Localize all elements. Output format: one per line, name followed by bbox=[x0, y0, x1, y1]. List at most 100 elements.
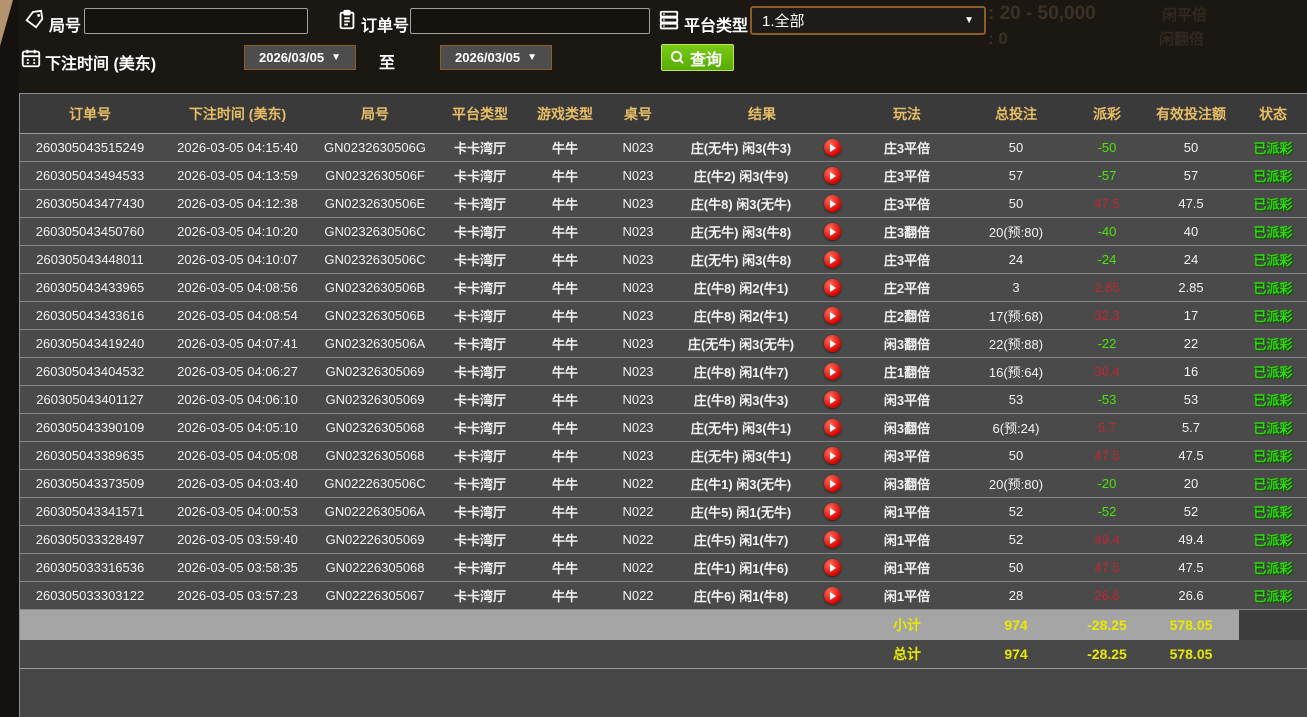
total-bet-cell: 20(预:80) bbox=[961, 474, 1071, 493]
collapse-panel-arrow[interactable] bbox=[0, 0, 13, 46]
date-to-picker[interactable]: 2026/03/05 bbox=[440, 45, 552, 70]
grand-total-row: 总计 974 -28.25 578.05 bbox=[20, 640, 1307, 669]
order-id-cell: 260305033303122 bbox=[20, 588, 160, 603]
platform-cell: 卡卡湾厅 bbox=[435, 362, 525, 381]
valid-bet-cell: 53 bbox=[1143, 392, 1239, 407]
play-type-cell: 闲3平倍 bbox=[853, 390, 961, 409]
subtotal-total-bet: 974 bbox=[961, 610, 1071, 640]
total-bet-cell: 16(预:64) bbox=[961, 362, 1071, 381]
payout-cell: 5.7 bbox=[1071, 420, 1143, 435]
game-type-cell: 牛牛 bbox=[525, 306, 605, 325]
replay-play-icon[interactable] bbox=[824, 223, 841, 240]
result-cell: 庄(无牛) 闲3(牛8) bbox=[671, 222, 811, 241]
game-type-cell: 牛牛 bbox=[525, 166, 605, 185]
replay-play-icon[interactable] bbox=[824, 335, 841, 352]
platform-cell: 卡卡湾厅 bbox=[435, 166, 525, 185]
bet-time-cell: 2026-03-05 04:13:59 bbox=[160, 168, 315, 183]
play-type-cell: 闲3翻倍 bbox=[853, 418, 961, 437]
round-id-cell: GN02326305068 bbox=[315, 448, 435, 463]
table-row: 260305043477430 2026-03-05 04:12:38 GN02… bbox=[20, 190, 1307, 218]
platform-cell: 卡卡湾厅 bbox=[435, 306, 525, 325]
valid-bet-cell: 20 bbox=[1143, 476, 1239, 491]
game-type-cell: 牛牛 bbox=[525, 222, 605, 241]
search-icon bbox=[669, 49, 686, 66]
order-no-label: 订单号 bbox=[361, 12, 409, 36]
platform-type-selected-value: 1.全部 bbox=[762, 10, 805, 31]
status-cell: 已派彩 bbox=[1239, 418, 1307, 437]
col-header-result: 结果 bbox=[671, 104, 853, 124]
order-id-cell: 260305033316536 bbox=[20, 560, 160, 575]
order-no-input[interactable] bbox=[410, 8, 650, 34]
result-cell: 庄(牛2) 闲3(牛9) bbox=[671, 166, 811, 185]
result-cell: 庄(牛1) 闲3(无牛) bbox=[671, 474, 811, 493]
result-cell: 庄(无牛) 闲3(牛1) bbox=[671, 418, 811, 437]
col-header-bet-time: 下注时间 (美东) bbox=[160, 104, 315, 124]
play-type-cell: 闲3翻倍 bbox=[853, 334, 961, 353]
order-id-cell: 260305043450760 bbox=[20, 224, 160, 239]
ghost-label-1: 闲平倍 bbox=[1162, 4, 1207, 25]
platform-type-label: 平台类型 bbox=[684, 12, 748, 36]
table-no-cell: N023 bbox=[605, 392, 671, 407]
total-bet-cell: 57 bbox=[961, 168, 1071, 183]
table-row: 260305043433965 2026-03-05 04:08:56 GN02… bbox=[20, 274, 1307, 302]
valid-bet-cell: 16 bbox=[1143, 364, 1239, 379]
replay-play-icon[interactable] bbox=[824, 503, 841, 520]
replay-play-icon[interactable] bbox=[824, 447, 841, 464]
subtotal-row: 小计 974 -28.25 578.05 bbox=[20, 610, 1307, 640]
table-row: 260305033316536 2026-03-05 03:58:35 GN02… bbox=[20, 554, 1307, 582]
replay-play-icon[interactable] bbox=[824, 139, 841, 156]
bet-time-cell: 2026-03-05 04:06:27 bbox=[160, 364, 315, 379]
valid-bet-cell: 47.5 bbox=[1143, 560, 1239, 575]
chevron-down-icon bbox=[964, 16, 974, 26]
order-id-cell: 260305033328497 bbox=[20, 532, 160, 547]
bet-time-cell: 2026-03-05 03:57:23 bbox=[160, 588, 315, 603]
replay-play-icon[interactable] bbox=[824, 167, 841, 184]
replay-play-icon[interactable] bbox=[824, 307, 841, 324]
payout-cell: 49.4 bbox=[1071, 532, 1143, 547]
bet-time-cell: 2026-03-05 03:59:40 bbox=[160, 532, 315, 547]
round-no-input[interactable] bbox=[84, 8, 308, 34]
replay-play-icon[interactable] bbox=[824, 531, 841, 548]
table-row: 260305043494533 2026-03-05 04:13:59 GN02… bbox=[20, 162, 1307, 190]
replay-play-icon[interactable] bbox=[824, 251, 841, 268]
chevron-down-icon bbox=[331, 53, 341, 63]
table-row: 260305033303122 2026-03-05 03:57:23 GN02… bbox=[20, 582, 1307, 610]
game-type-cell: 牛牛 bbox=[525, 474, 605, 493]
table-no-cell: N023 bbox=[605, 252, 671, 267]
platform-cell: 卡卡湾厅 bbox=[435, 502, 525, 521]
play-type-cell: 闲1平倍 bbox=[853, 502, 961, 521]
total-bet-cell: 50 bbox=[961, 448, 1071, 463]
payout-cell: -22 bbox=[1071, 336, 1143, 351]
bet-time-cell: 2026-03-05 04:06:10 bbox=[160, 392, 315, 407]
game-type-cell: 牛牛 bbox=[525, 530, 605, 549]
table-no-cell: N023 bbox=[605, 280, 671, 295]
result-cell: 庄(牛6) 闲1(牛8) bbox=[671, 586, 811, 605]
replay-play-icon[interactable] bbox=[824, 391, 841, 408]
round-id-cell: GN02226305067 bbox=[315, 588, 435, 603]
replay-play-icon[interactable] bbox=[824, 279, 841, 296]
replay-play-icon[interactable] bbox=[824, 363, 841, 380]
tag-icon bbox=[24, 9, 46, 31]
date-range-to-label: 至 bbox=[379, 49, 395, 73]
col-header-round: 局号 bbox=[315, 104, 435, 124]
status-cell: 已派彩 bbox=[1239, 250, 1307, 269]
order-id-cell: 260305043448011 bbox=[20, 252, 160, 267]
query-button[interactable]: 查询 bbox=[661, 44, 734, 71]
replay-play-icon[interactable] bbox=[824, 559, 841, 576]
bet-time-cell: 2026-03-05 04:08:54 bbox=[160, 308, 315, 323]
payout-cell: -53 bbox=[1071, 392, 1143, 407]
platform-cell: 卡卡湾厅 bbox=[435, 250, 525, 269]
game-type-cell: 牛牛 bbox=[525, 138, 605, 157]
platform-type-select[interactable]: 1.全部 bbox=[750, 6, 986, 35]
replay-play-icon[interactable] bbox=[824, 195, 841, 212]
col-header-play-type: 玩法 bbox=[853, 104, 961, 124]
date-from-picker[interactable]: 2026/03/05 bbox=[244, 45, 356, 70]
round-id-cell: GN0232630506F bbox=[315, 168, 435, 183]
replay-play-icon[interactable] bbox=[824, 587, 841, 604]
table-body: 260305043515249 2026-03-05 04:15:40 GN02… bbox=[20, 134, 1307, 610]
replay-play-icon[interactable] bbox=[824, 419, 841, 436]
valid-bet-cell: 57 bbox=[1143, 168, 1239, 183]
status-cell: 已派彩 bbox=[1239, 362, 1307, 381]
replay-play-icon[interactable] bbox=[824, 475, 841, 492]
table-row: 260305033328497 2026-03-05 03:59:40 GN02… bbox=[20, 526, 1307, 554]
